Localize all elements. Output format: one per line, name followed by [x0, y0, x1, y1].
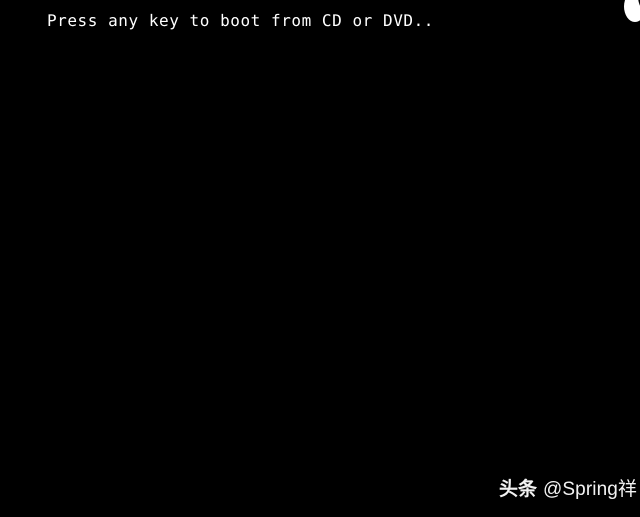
- white-arc-artifact-icon: [624, 0, 640, 22]
- watermark-handle: @Spring祥: [543, 479, 638, 500]
- boot-screen: Press any key to boot from CD or DVD.. 头…: [0, 0, 640, 517]
- watermark-brand: 头条: [499, 478, 538, 500]
- boot-prompt-text: Press any key to boot from CD or DVD..: [47, 11, 434, 30]
- watermark: 头条 @Spring祥: [499, 478, 637, 501]
